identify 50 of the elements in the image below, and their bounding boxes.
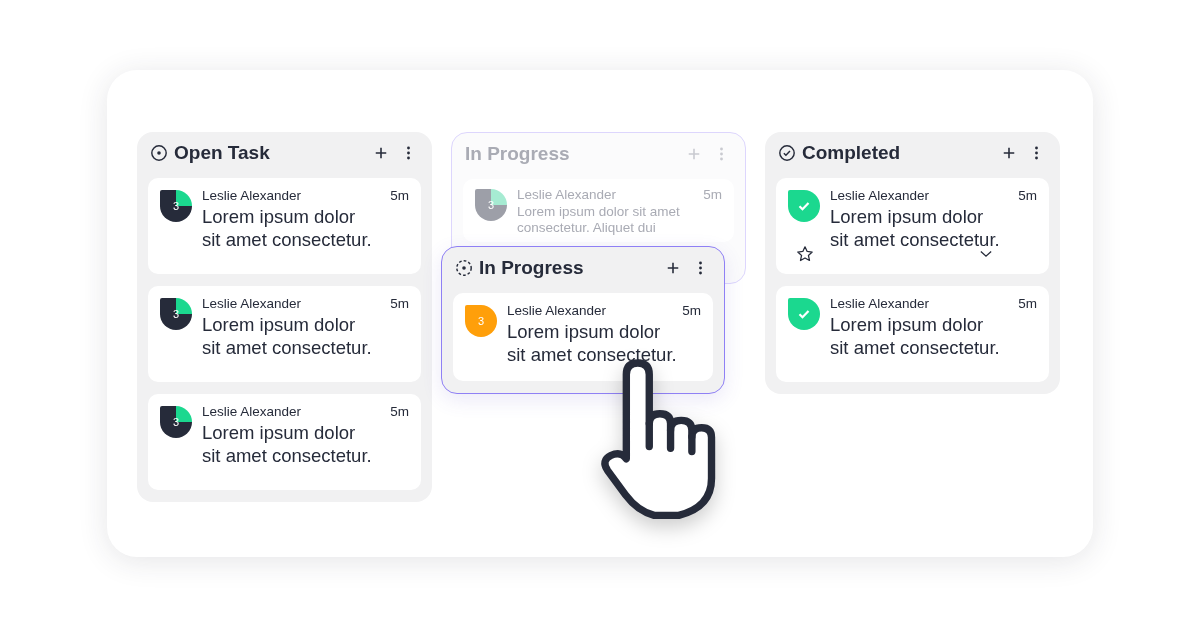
task-card[interactable]: 3 Leslie Alexander 5m Lorem ipsum dolor sit amet consectetur. (148, 178, 421, 274)
column-title: In Progress (465, 143, 571, 165)
author-name: Leslie Alexander (517, 187, 617, 202)
add-icon[interactable] (374, 146, 388, 160)
add-icon[interactable] (1002, 146, 1016, 160)
task-text: Lorem ipsum dolor sit amet consectetur. (830, 205, 1001, 251)
more-icon[interactable] (1034, 145, 1039, 161)
task-text: Lorem ipsum dolor sit amet consectetur. (202, 313, 373, 359)
more-icon[interactable] (698, 260, 703, 276)
author-name: Leslie Alexander (507, 303, 607, 318)
task-text: Lorem ipsum dolor sit amet consectetur. (507, 320, 678, 366)
time-label: 5m (1018, 188, 1037, 203)
task-card[interactable]: 3 Leslie Alexander 5m Lorem ipsum dolor sit amet consectetur. (453, 293, 713, 381)
count-badge: 3 (160, 298, 192, 330)
task-card[interactable]: Leslie Alexander 5m Lorem ipsum dolor sit amet consectetur. (776, 178, 1049, 274)
author-name: Leslie Alexander (830, 188, 930, 203)
time-label: 5m (703, 187, 722, 202)
star-icon[interactable] (796, 245, 814, 263)
task-card[interactable]: Leslie Alexander 5m Lorem ipsum dolor sit amet consectetur. (776, 286, 1049, 382)
dashed-circle-icon (455, 259, 473, 277)
check-circle-icon (778, 144, 796, 162)
column-title: In Progress (479, 257, 585, 279)
chevron-down-icon[interactable] (980, 250, 992, 258)
check-badge-icon (788, 190, 820, 222)
time-label: 5m (1018, 296, 1037, 311)
more-icon[interactable] (406, 145, 411, 161)
column-title: Open Task (174, 142, 271, 164)
time-label: 5m (390, 188, 409, 203)
count-badge: 3 (160, 190, 192, 222)
task-card[interactable]: 3 Leslie Alexander 5m Lorem ipsum dolor sit amet consectetur. (148, 394, 421, 490)
time-label: 5m (390, 404, 409, 419)
task-text: Lorem ipsum dolor sit amet consectetur. Aliquet dui (517, 204, 681, 236)
task-text: Lorem ipsum dolor sit amet consectetur. (202, 205, 373, 251)
task-text: Lorem ipsum dolor sit amet consectetur. (830, 313, 1001, 359)
task-text: Lorem ipsum dolor sit amet consectetur. (202, 421, 373, 467)
count-badge: 3 (160, 406, 192, 438)
status-circle-icon (150, 144, 168, 162)
check-badge-icon (788, 298, 820, 330)
author-name: Leslie Alexander (830, 296, 930, 311)
dragged-column[interactable]: In Progress 3 Leslie Alexander 5m Lorem ipsum dolor sit amet consectetur. (441, 246, 725, 394)
add-icon[interactable] (666, 261, 680, 275)
time-label: 5m (390, 296, 409, 311)
author-name: Leslie Alexander (202, 404, 302, 419)
author-name: Leslie Alexander (202, 296, 302, 311)
author-name: Leslie Alexander (202, 188, 302, 203)
column-title: Completed (802, 142, 902, 164)
task-card[interactable]: 3 Leslie Alexander 5m Lorem ipsum dolor sit amet consectetur. (148, 286, 421, 382)
count-badge: 3 (465, 305, 497, 337)
time-label: 5m (682, 303, 701, 318)
count-badge: 3 (475, 189, 507, 221)
